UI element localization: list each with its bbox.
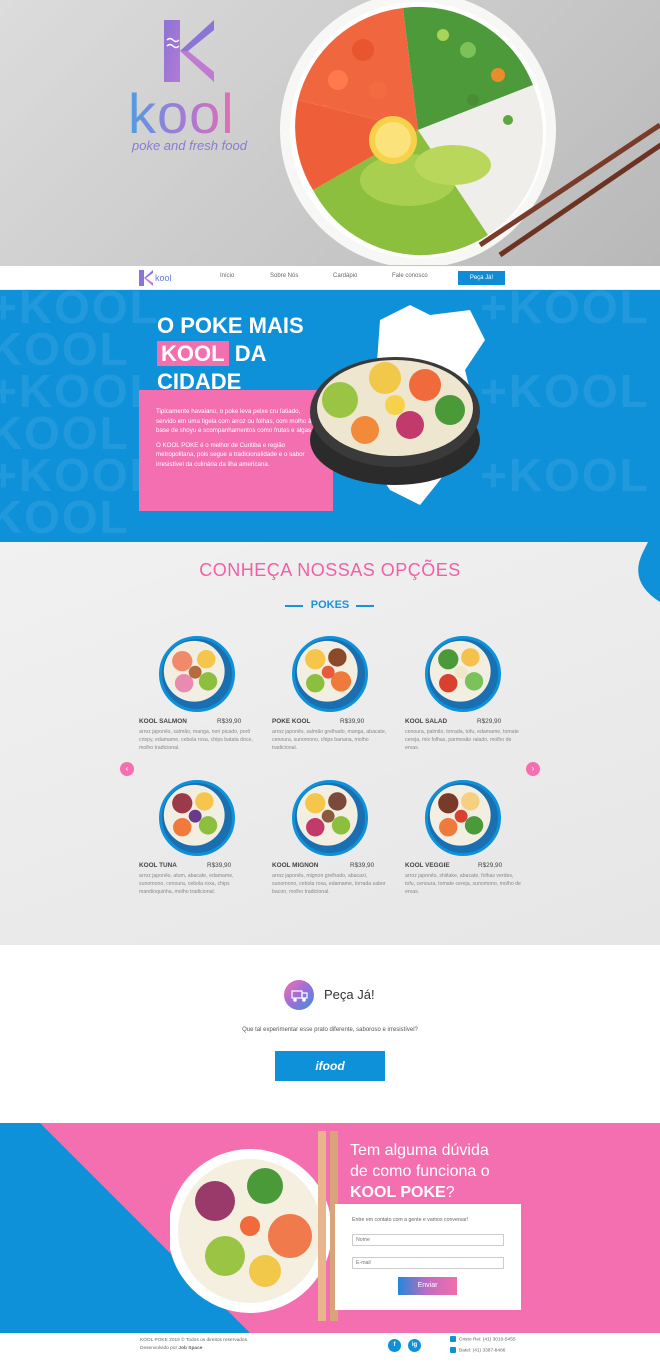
brand-tagline: poke and fresh food (132, 138, 247, 153)
nav-link-inicio[interactable]: Início (220, 273, 234, 279)
ifood-button[interactable]: ifood (275, 1051, 385, 1081)
menu-item-description: arroz japonês, atum, abacate, edamame, s… (139, 873, 234, 895)
menu-item-name: KOOL SALAD (405, 718, 448, 725)
order-title: Peça Já! (324, 987, 375, 1002)
email-field[interactable] (352, 1257, 504, 1269)
dish-image (292, 636, 368, 712)
intro-section: +KOOL +KOOL +KOOL +KOOL +KOOL +KOOL +KOO… (0, 290, 660, 542)
options-title: CONHEÇA NOSSAS OPÇÕES (199, 560, 461, 580)
nav-logo-wordmark: kool (155, 273, 172, 283)
contact-section: Tem alguma dúvida de como funciona o KOO… (0, 1123, 660, 1333)
phone-cristo-rei[interactable]: Cristo Rei: (41) 3010-5455 (450, 1336, 516, 1342)
carousel-prev-button[interactable]: ‹ (120, 762, 134, 776)
contact-title-end: ? (445, 1184, 455, 1201)
phone-batel[interactable]: Batel: (41) 3387-8486 (450, 1347, 505, 1353)
contact-poke-bowl-image (170, 1131, 338, 1321)
dish-image (159, 636, 235, 712)
menu-item-price: R$39,90 (350, 862, 375, 869)
contact-form: Entre em contato com a gente e vamos con… (335, 1204, 521, 1310)
carousel-next-button[interactable]: › (526, 762, 540, 776)
phone-icon (450, 1336, 456, 1342)
nav-logo[interactable]: kool (138, 269, 184, 287)
dish-image (159, 780, 235, 856)
name-field[interactable] (352, 1234, 504, 1246)
chopsticks-image (478, 122, 660, 258)
menu-item-description: arroz japonês, salmão grelhado, manga, a… (272, 729, 387, 751)
brand-wordmark: kool (128, 82, 235, 145)
intro-poke-bowl-image (310, 305, 485, 505)
headline-line2: DA (234, 341, 267, 366)
kool-k-logo-icon (164, 20, 214, 82)
menu-item-description: cenoura, palmito, torrada, tofu, edamame… (405, 729, 519, 751)
send-button[interactable]: Enviar (398, 1277, 457, 1295)
order-text: Que tal experimentar esse prato diferent… (242, 1027, 418, 1033)
menu-item-price: R$29,90 (477, 718, 502, 725)
headline-line1: O POKE MAIS (157, 313, 304, 338)
form-note: Entre em contato com a gente e vamos con… (352, 1217, 469, 1223)
footer-copyright: KOOL POKE 2019 © Todos os direitos reser… (140, 1337, 248, 1353)
intro-paragraph: O KOOL POKE é o melhor de Curitiba e reg… (156, 441, 305, 468)
menu-options-section: CONHEÇA NOSSAS OPÇÕES POKES ‹ › KOOL SAL… (0, 542, 660, 945)
contact-title-line: de como funciona o (350, 1163, 490, 1180)
nav-link-sobre[interactable]: Sobre Nós (270, 273, 298, 279)
divider (356, 605, 374, 607)
phone-text: Batel: (41) 3387-8486 (459, 1348, 506, 1354)
brand-logo[interactable]: kool poke and fresh food (128, 18, 258, 158)
order-section: Peça Já! Que tal experimentar esse prato… (0, 945, 660, 1123)
menu-item-name: KOOL SALMON (139, 718, 187, 725)
menu-item-price: R$39,90 (217, 718, 242, 725)
nav-order-button[interactable]: Peça Já! (458, 271, 505, 285)
watermark-text: +KOOL (480, 365, 650, 417)
intro-headline: O POKE MAIS KOOL DA CIDADE (157, 312, 304, 396)
watermark-text: +KOOL (0, 491, 130, 542)
intro-paragraph: Tipicamente havaiano, o poke leva peixe … (156, 408, 313, 435)
hero-banner: kool poke and fresh food (0, 0, 660, 266)
headline-highlight: KOOL (157, 341, 229, 366)
nav-link-cardapio[interactable]: Cardápio (333, 273, 357, 279)
options-subtitle: POKES (310, 599, 350, 611)
menu-item-description: arroz japonês, mignon grelhado, abacaxi,… (272, 873, 386, 895)
main-navigation: kool Início Sobre Nós Cardápio Fale cono… (0, 266, 660, 290)
watermark-text: +KOOL (480, 290, 650, 333)
contact-title: Tem alguma dúvida de como funciona o KOO… (350, 1140, 490, 1203)
menu-item-name: POKE KOOL (272, 718, 311, 725)
menu-item-description: arroz japonês, shiitake, abacate, folhas… (405, 873, 521, 895)
dish-image (292, 780, 368, 856)
menu-item-name: KOOL VEGGIE (405, 862, 450, 869)
instagram-icon[interactable]: ig (408, 1339, 421, 1352)
facebook-icon[interactable]: f (388, 1339, 401, 1352)
delivery-icon (284, 980, 314, 1010)
nav-link-contato[interactable]: Fale conosco (392, 273, 428, 279)
copyright-text: KOOL POKE 2019 © Todos os direitos reser… (140, 1338, 249, 1343)
phone-text: Cristo Rei: (41) 3010-5455 (459, 1337, 516, 1343)
developer-label: Desenvolvido por (140, 1346, 178, 1351)
menu-item-name: KOOL TUNA (139, 862, 177, 869)
menu-item-price: R$39,90 (207, 862, 232, 869)
menu-item-price: R$39,90 (340, 718, 365, 725)
footer: KOOL POKE 2019 © Todos os direitos reser… (0, 1333, 660, 1362)
menu-item-name: KOOL MIGNON (272, 862, 319, 869)
phone-icon (450, 1347, 456, 1353)
menu-item-description: arroz japonês, salmão, manga, nori picad… (139, 729, 253, 751)
developer-name[interactable]: Job Space (178, 1346, 202, 1351)
contact-title-bold: KOOL POKE (350, 1184, 446, 1201)
dish-image (425, 636, 501, 712)
dish-image (425, 780, 501, 856)
contact-title-line: Tem alguma dúvida (350, 1142, 489, 1159)
menu-item-price: R$29,90 (478, 862, 503, 869)
watermark-text: +KOOL (480, 449, 650, 501)
